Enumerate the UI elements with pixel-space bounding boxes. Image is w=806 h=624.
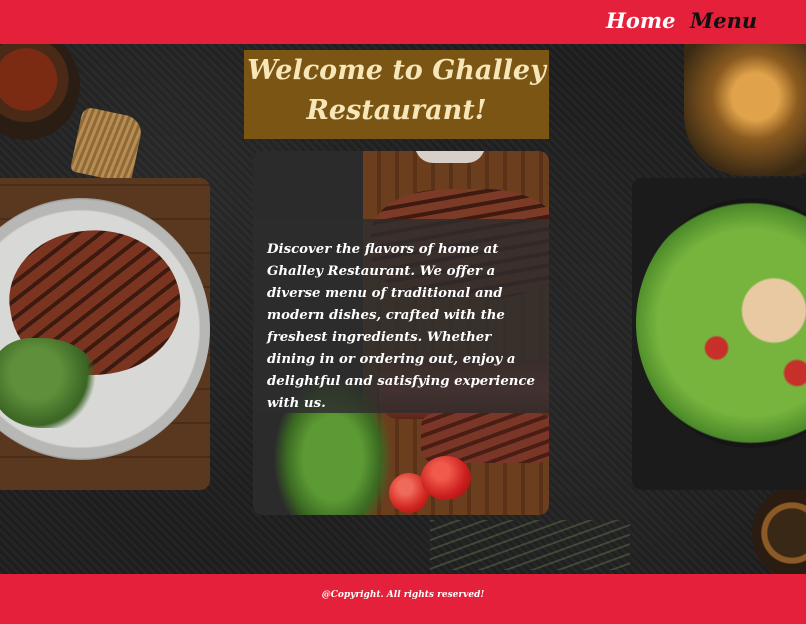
nav-home-link[interactable]: Home	[606, 8, 675, 33]
top-navbar: Home Menu	[0, 0, 806, 44]
salad-shape	[636, 198, 806, 448]
page-title: Welcome to Ghalley Restaurant!	[247, 55, 546, 126]
herb-sprig-image	[430, 520, 630, 570]
steak-plate-image	[0, 178, 210, 490]
nav-menu-link[interactable]: Menu	[690, 8, 757, 33]
salt-dish-shape	[415, 151, 485, 163]
oil-jar-image	[684, 44, 806, 176]
salad-bowl-image	[632, 178, 806, 490]
copyright-text: @Copyright. All rights reserved!	[321, 590, 485, 600]
tomato-shape	[421, 456, 471, 500]
intro-text: Discover the flavors of home at Ghalley …	[267, 242, 536, 411]
intro-card: Discover the flavors of home at Ghalley …	[253, 151, 549, 515]
